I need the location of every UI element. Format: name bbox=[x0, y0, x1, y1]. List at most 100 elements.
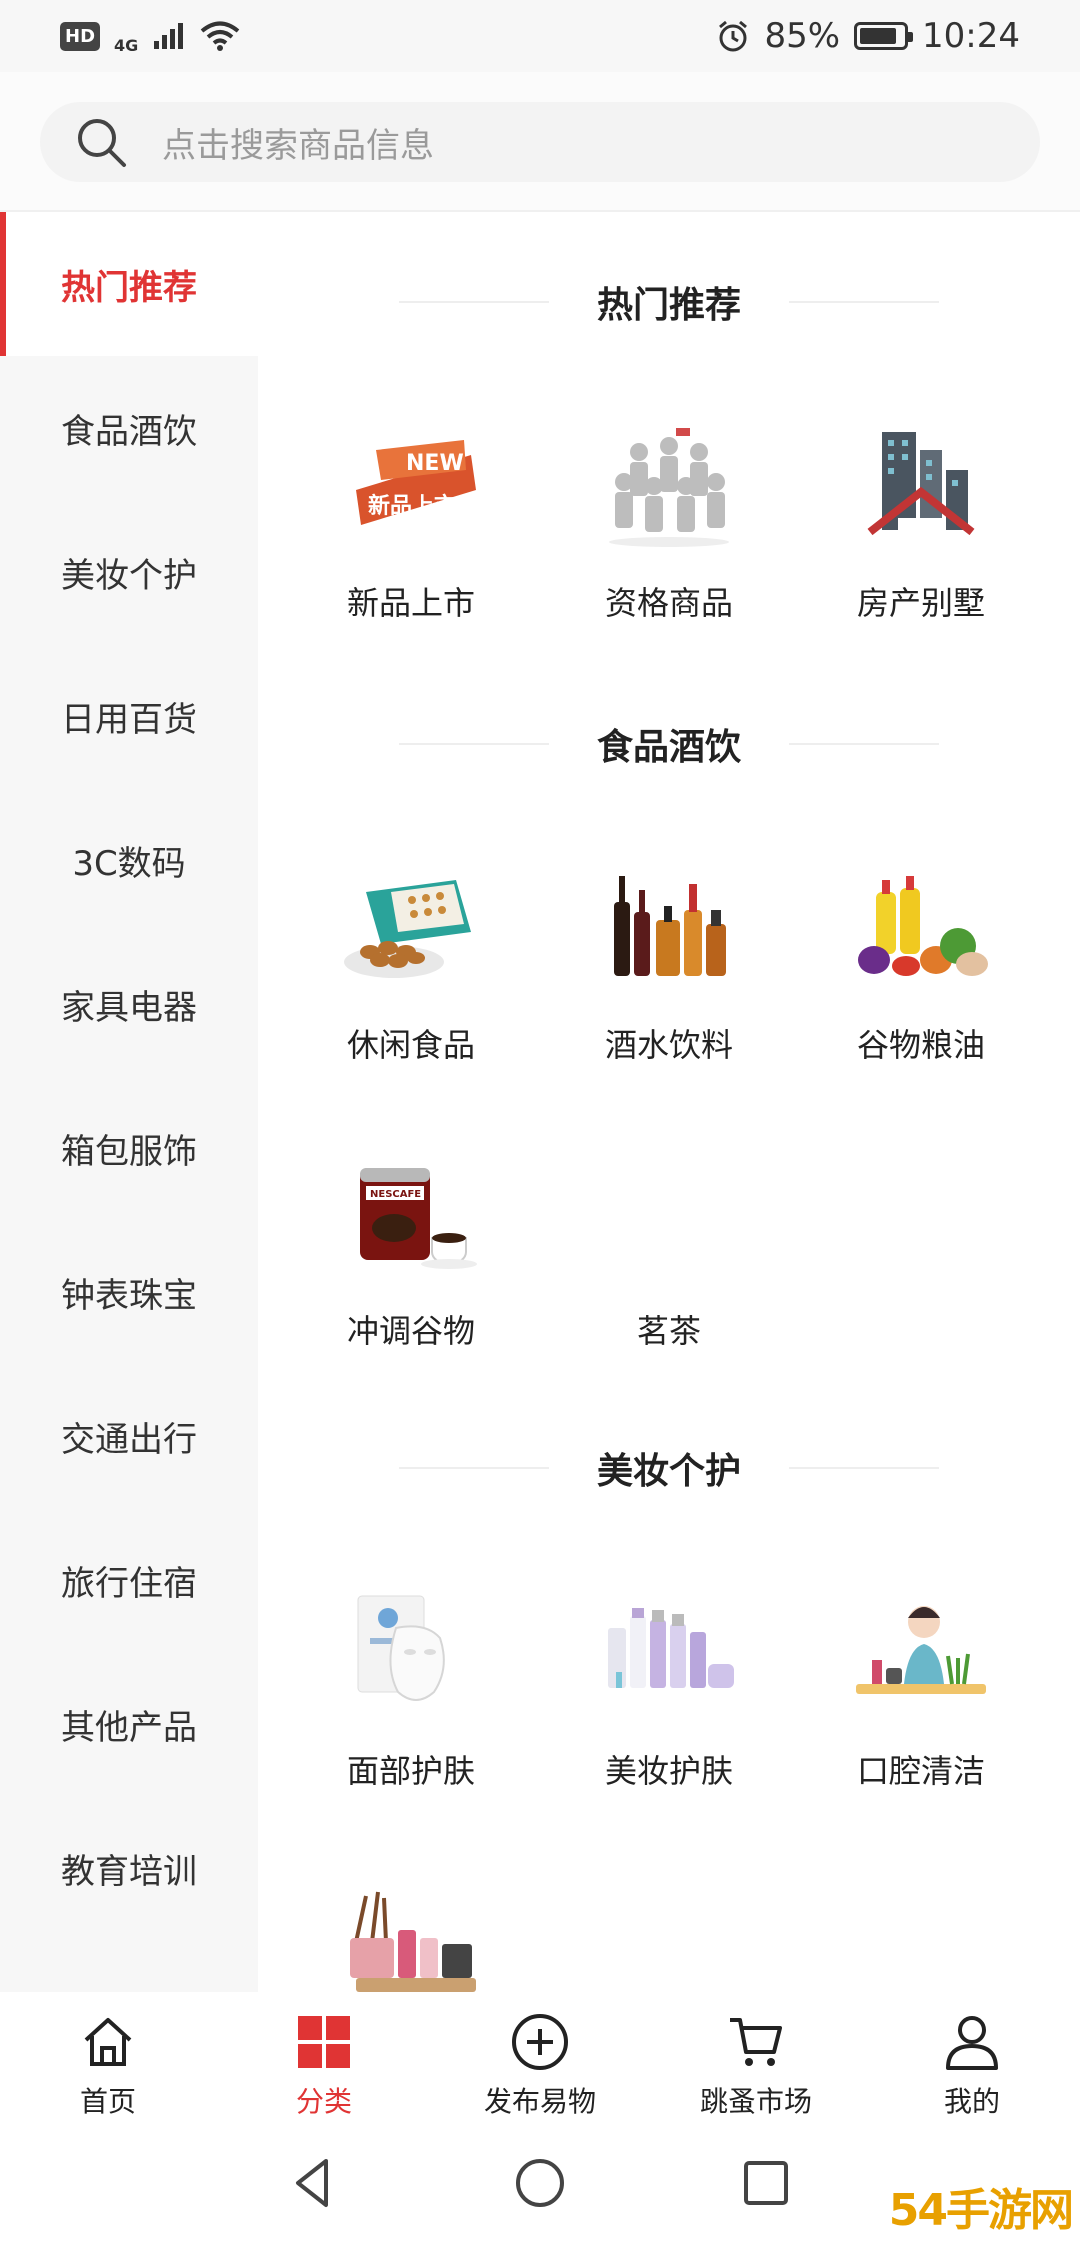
category-new-arrival[interactable]: NEW 新品上市 新品上市 bbox=[286, 420, 536, 650]
category-sidebar: 热门推荐 食品酒饮 美妆个护 日用百货 3C数码 家具电器 箱包服饰 钟表珠宝 … bbox=[0, 212, 258, 1992]
category-grid-icon bbox=[298, 2016, 350, 2068]
nav-home[interactable]: 首页 bbox=[0, 1992, 216, 2122]
sidebar-item-label: 旅行住宿 bbox=[61, 1563, 197, 1604]
nav-label: 首页 bbox=[79, 2085, 136, 2118]
search-bar: 点击搜索商品信息 bbox=[0, 72, 1080, 212]
item-label: 新品上市 bbox=[346, 584, 475, 622]
item-label: 房产别墅 bbox=[856, 584, 985, 622]
item-label: 口腔清洁 bbox=[856, 1752, 985, 1790]
category-instant-drinks[interactable]: NESCAFE 冲调谷物 bbox=[286, 1148, 536, 1378]
nav-label: 我的 bbox=[943, 2085, 1000, 2118]
category-oral-care[interactable]: 口腔清洁 bbox=[796, 1588, 1046, 1818]
divider bbox=[789, 1467, 939, 1469]
nav-mine[interactable]: 我的 bbox=[864, 1992, 1080, 2122]
new-arrival-image: NEW 新品上市 bbox=[356, 440, 476, 525]
cosmetics-bottles-image bbox=[608, 1608, 734, 1688]
dental-care-image bbox=[856, 1606, 986, 1694]
business-people-image bbox=[609, 428, 729, 547]
category-qualified-goods[interactable]: 资格商品 bbox=[544, 420, 794, 650]
battery-level bbox=[860, 28, 896, 44]
sidebar-item-beauty[interactable]: 美妆个护 bbox=[0, 500, 258, 644]
battery-icon bbox=[854, 22, 914, 50]
sidebar-item-watches-jewelry[interactable]: 钟表珠宝 bbox=[0, 1220, 258, 1364]
sidebar-item-3c-digital[interactable]: 3C数码 bbox=[0, 788, 258, 932]
search-input[interactable]: 点击搜索商品信息 bbox=[40, 102, 1040, 182]
status-bar: HD 4G 85% 10:24 bbox=[0, 0, 1080, 72]
home-circle-icon[interactable] bbox=[512, 2155, 568, 2211]
item-label: 谷物粮油 bbox=[856, 1026, 985, 1064]
svg-text:NEW: NEW bbox=[406, 451, 464, 476]
nav-category[interactable]: 分类 bbox=[216, 1992, 432, 2122]
sidebar-item-furniture[interactable]: 家具电器 bbox=[0, 932, 258, 1076]
network-type: 4G bbox=[114, 35, 139, 55]
sidebar-item-label: 食品酒饮 bbox=[61, 411, 197, 452]
section-title: 美妆个护 bbox=[596, 1451, 741, 1492]
sidebar-item-label: 美妆个护 bbox=[61, 555, 197, 596]
coffee-can-image: NESCAFE bbox=[360, 1168, 477, 1269]
sidebar-item-education[interactable]: 教育培训 bbox=[0, 1796, 258, 1940]
plus-circle-icon bbox=[512, 2014, 568, 2070]
item-label: 冲调谷物 bbox=[346, 1312, 475, 1350]
search-icon bbox=[78, 119, 126, 167]
sidebar-item-travel[interactable]: 旅行住宿 bbox=[0, 1508, 258, 1652]
wine-bottles-image bbox=[614, 876, 726, 976]
category-wine-drinks[interactable]: 酒水饮料 bbox=[544, 862, 794, 1092]
snack-box-image bbox=[344, 880, 471, 978]
category-beauty-care[interactable]: 美妆护肤 bbox=[544, 1588, 794, 1818]
item-label: 面部护肤 bbox=[346, 1752, 475, 1790]
sidebar-item-label: 钟表珠宝 bbox=[61, 1275, 197, 1316]
svg-text:NESCAFE: NESCAFE bbox=[370, 1189, 421, 1200]
category-grain-oil[interactable]: 谷物粮油 bbox=[796, 862, 1046, 1092]
section-header: 食品酒饮 bbox=[258, 714, 1080, 774]
divider bbox=[789, 301, 939, 303]
sidebar-item-transport[interactable]: 交通出行 bbox=[0, 1364, 258, 1508]
item-label: 休闲食品 bbox=[346, 1026, 475, 1064]
section-header: 美妆个护 bbox=[258, 1438, 1080, 1498]
sidebar-item-other[interactable]: 其他产品 bbox=[0, 1652, 258, 1796]
nav-label: 发布易物 bbox=[483, 2085, 596, 2118]
item-label: 资格商品 bbox=[604, 584, 733, 622]
buildings-image bbox=[867, 432, 975, 536]
category-face-care[interactable]: 面部护肤 bbox=[286, 1588, 536, 1818]
item-label: 酒水饮料 bbox=[604, 1026, 733, 1064]
home-icon bbox=[84, 2018, 132, 2066]
cart-icon bbox=[730, 2018, 782, 2066]
back-icon[interactable] bbox=[286, 2155, 342, 2211]
sidebar-item-hot[interactable]: 热门推荐 bbox=[0, 212, 258, 356]
sidebar-item-label: 教育培训 bbox=[61, 1851, 197, 1892]
sidebar-item-label: 箱包服饰 bbox=[61, 1131, 197, 1172]
nav-publish[interactable]: 发布易物 bbox=[432, 1992, 648, 2122]
section-title: 热门推荐 bbox=[596, 285, 741, 326]
sidebar-item-label: 热门推荐 bbox=[61, 267, 197, 308]
nav-label: 跳蚤市场 bbox=[699, 2085, 812, 2118]
section-header: 热门推荐 bbox=[258, 272, 1080, 332]
section-title: 食品酒饮 bbox=[596, 727, 741, 768]
sidebar-item-daily-goods[interactable]: 日用百货 bbox=[0, 644, 258, 788]
sidebar-item-food-drinks[interactable]: 食品酒饮 bbox=[0, 356, 258, 500]
sidebar-item-label: 3C数码 bbox=[72, 843, 186, 884]
signal-icon bbox=[154, 23, 184, 49]
recents-icon[interactable] bbox=[738, 2155, 794, 2211]
watermark-logo: 54手游网 bbox=[888, 2185, 1074, 2236]
oil-vegetables-image bbox=[858, 876, 988, 976]
sidebar-item-bags-apparel[interactable]: 箱包服饰 bbox=[0, 1076, 258, 1220]
search-placeholder: 点击搜索商品信息 bbox=[162, 125, 434, 166]
divider bbox=[398, 743, 549, 745]
battery-percent: 85% bbox=[764, 16, 841, 56]
category-makeup[interactable] bbox=[286, 1882, 536, 1992]
nav-flea-market[interactable]: 跳蚤市场 bbox=[648, 1992, 864, 2122]
item-label: 茗茶 bbox=[636, 1312, 701, 1350]
category-tea[interactable]: 茗茶 bbox=[544, 1148, 794, 1378]
sidebar-item-label: 家具电器 bbox=[61, 987, 197, 1028]
hd-badge: HD bbox=[60, 21, 101, 51]
category-real-estate[interactable]: 房产别墅 bbox=[796, 420, 1046, 650]
category-snacks[interactable]: 休闲食品 bbox=[286, 862, 536, 1092]
wifi-icon bbox=[201, 21, 240, 51]
sidebar-item-label: 交通出行 bbox=[61, 1419, 197, 1460]
sidebar-item-label: 日用百货 bbox=[61, 699, 197, 740]
alarm-icon bbox=[719, 20, 748, 52]
divider bbox=[789, 743, 939, 745]
clock: 10:24 bbox=[922, 16, 1020, 56]
user-icon bbox=[946, 2016, 998, 2070]
category-content: 热门推荐 NEW 新品上市 新品上市 资格商品 房产别墅 食品酒饮 休闲食品 酒… bbox=[258, 212, 1080, 1992]
